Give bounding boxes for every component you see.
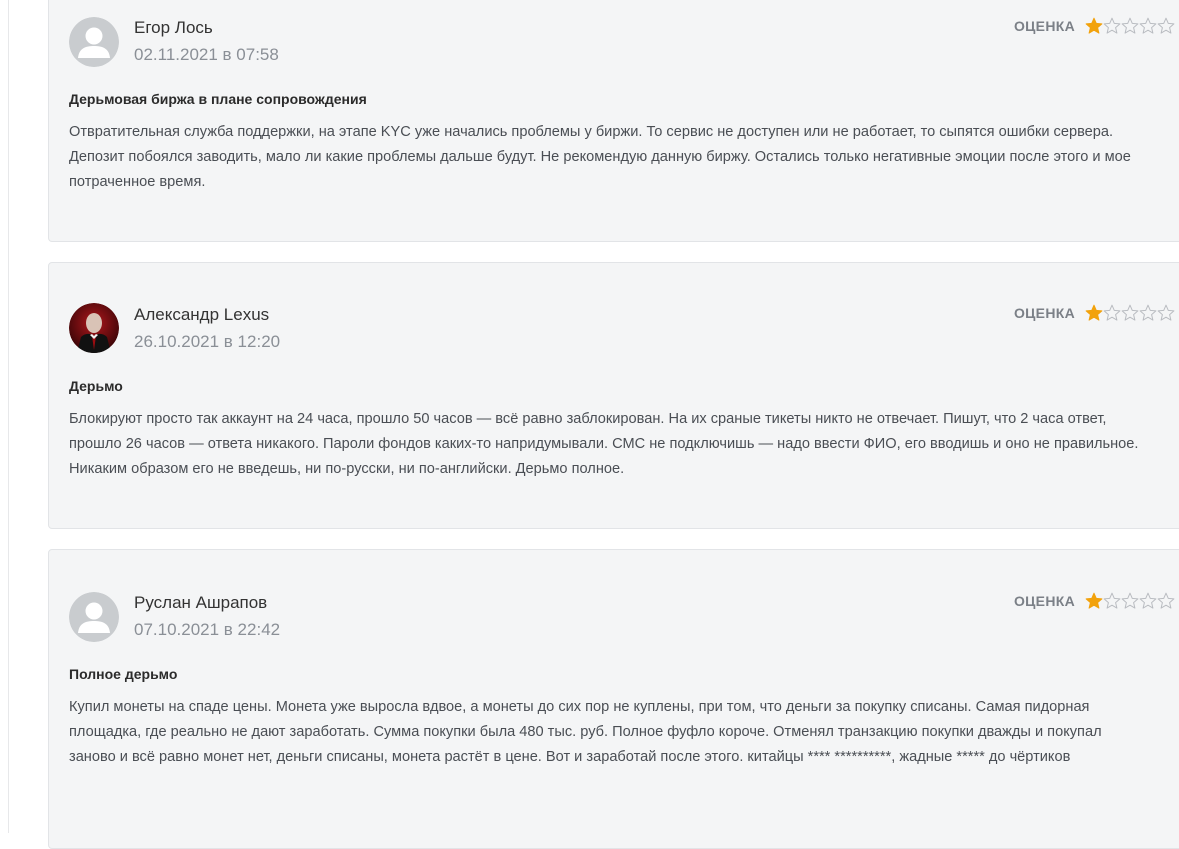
user-placeholder-icon [69,17,119,67]
review-body: Блокируют просто так аккаунт на 24 часа,… [69,411,1139,477]
star-empty-icon [1121,304,1139,321]
star-empty-icon [1139,304,1157,321]
review-date: 26.10.2021 в 12:20 [134,332,281,351]
star-empty-icon [1139,17,1157,34]
rating-label: ОЦЕНКА [1013,593,1075,609]
star-empty-icon [1103,17,1121,34]
star-empty-icon [1139,592,1157,609]
review-card: Руслан Ашрапов 07.10.2021 в 22:42 ОЦЕНКА… [48,549,1179,849]
review-date: 02.11.2021 в 07:58 [134,45,279,64]
review-card: Александр Lexus 26.10.2021 в 12:20 ОЦЕНК… [48,262,1179,529]
review-body: Купил монеты на спаде цены. Монета уже в… [69,699,1102,765]
star-rating [1085,592,1175,610]
star-empty-icon [1157,17,1175,34]
review-card: Егор Лось 02.11.2021 в 07:58 ОЦЕНКА Дерь… [48,0,1179,242]
star-filled-icon [1085,592,1103,609]
rating: ОЦЕНКА [1014,592,1175,610]
star-empty-icon [1121,592,1139,609]
review-date: 07.10.2021 в 22:42 [134,620,281,639]
star-rating [1085,17,1175,35]
review-title: Дерьмо [69,378,123,394]
user-placeholder-icon [69,592,119,642]
star-empty-icon [1121,17,1139,34]
star-filled-icon [1085,304,1103,321]
page-left-rule [8,0,9,833]
rating: ОЦЕНКА [1014,304,1175,322]
star-empty-icon [1157,304,1175,321]
reviews-list: Егор Лось 02.11.2021 в 07:58 ОЦЕНКА Дерь… [48,0,1179,849]
star-empty-icon [1103,304,1121,321]
author-name[interactable]: Александр Lexus [134,305,269,325]
avatar[interactable] [69,303,119,353]
avatar[interactable] [69,17,119,67]
rating: ОЦЕНКА [1014,17,1175,35]
author-name[interactable]: Егор Лось [134,18,213,38]
rating-label: ОЦЕНКА [1013,18,1075,34]
star-empty-icon [1103,592,1121,609]
review-title: Дерьмовая биржа в плане сопровождения [69,91,367,107]
author-name[interactable]: Руслан Ашрапов [134,593,267,613]
user-photo-icon [69,303,119,353]
star-rating [1085,304,1175,322]
review-body: Отвратительная служба поддержки, на этап… [69,124,1131,190]
rating-label: ОЦЕНКА [1013,305,1075,321]
star-empty-icon [1157,592,1175,609]
review-title: Полное дерьмо [69,666,178,682]
star-filled-icon [1085,17,1103,34]
avatar[interactable] [69,592,119,642]
